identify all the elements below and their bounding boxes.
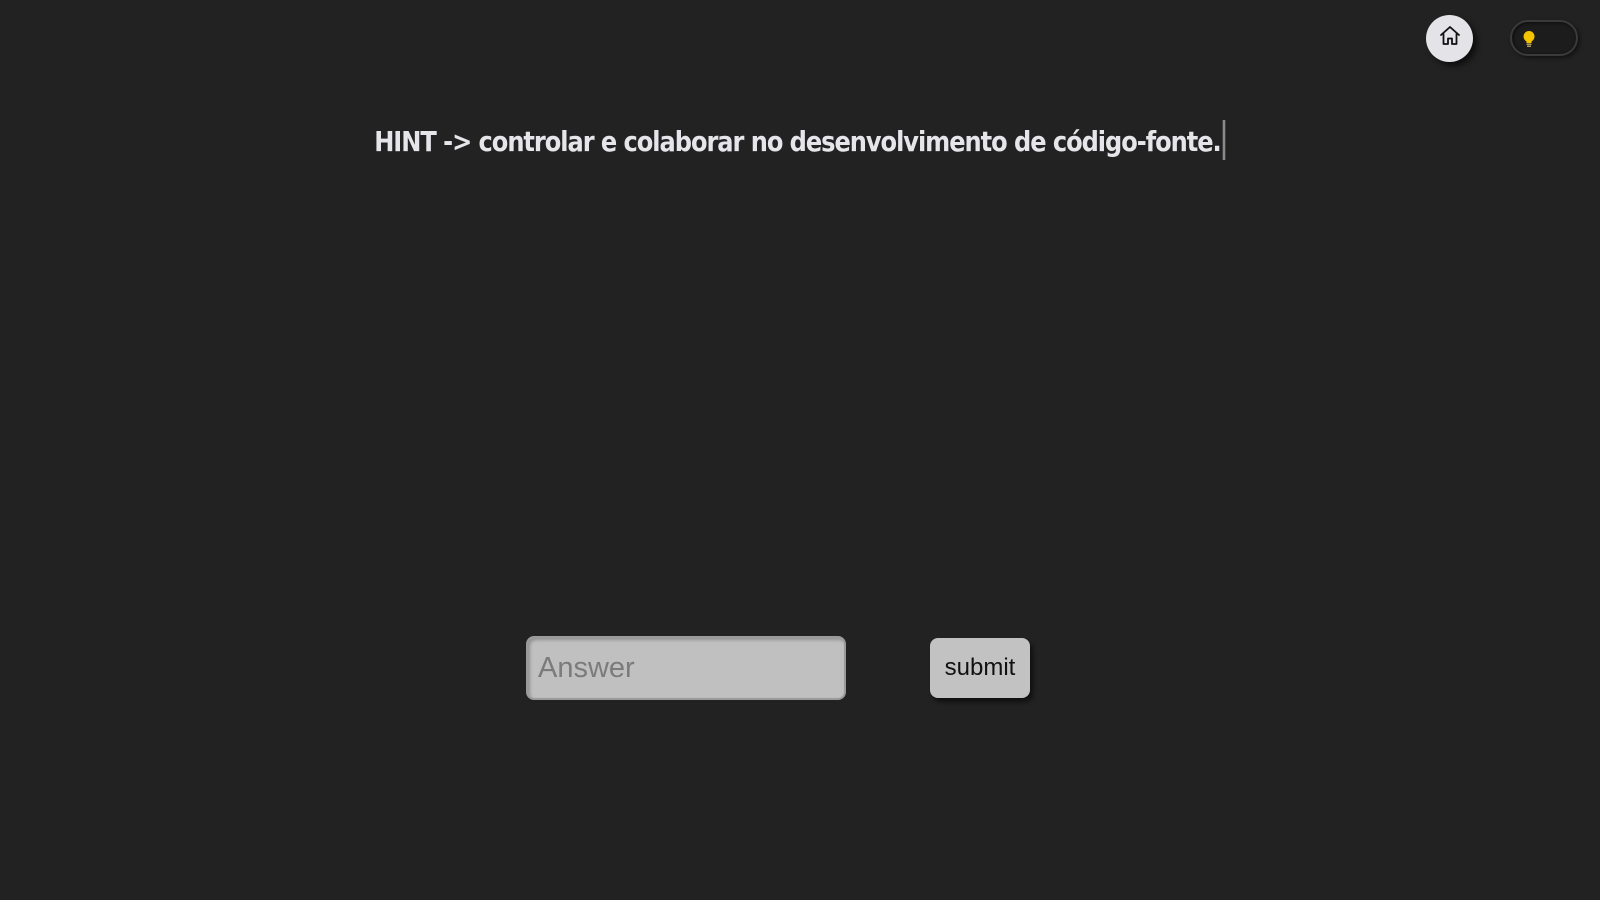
theme-toggle[interactable] [1510, 20, 1578, 56]
home-button[interactable] [1426, 15, 1473, 62]
home-icon [1438, 24, 1462, 53]
hint-label: HINT -> controlar e colaborar no desenvo… [374, 125, 1222, 158]
text-caret [1222, 120, 1225, 160]
submit-button[interactable]: submit [930, 638, 1030, 698]
hint-text: HINT -> controlar e colaborar no desenvo… [112, 120, 1488, 160]
answer-input[interactable] [526, 636, 846, 700]
lightbulb-icon [1522, 30, 1536, 53]
